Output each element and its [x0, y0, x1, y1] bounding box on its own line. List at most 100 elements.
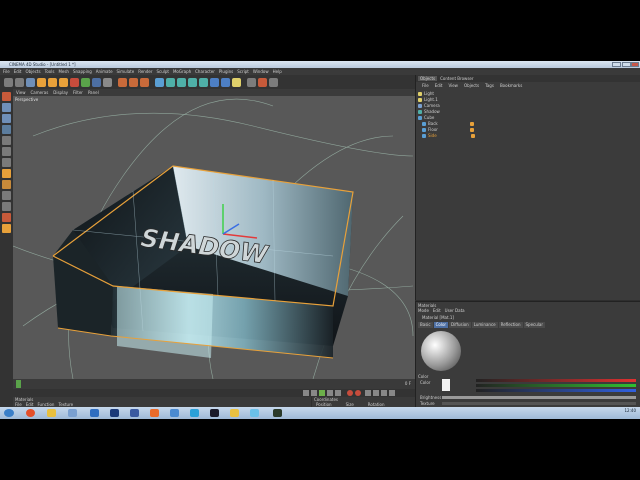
y-axis-icon[interactable] [81, 77, 90, 87]
photoshop-icon[interactable] [110, 409, 119, 417]
skype-icon[interactable] [190, 409, 199, 417]
object-row-light-1[interactable]: Light.1 [418, 97, 438, 102]
viewport-menu-display[interactable]: Display [53, 90, 68, 95]
maximize-button[interactable] [622, 62, 631, 67]
menu-edit[interactable]: Edit [14, 69, 22, 74]
render-view-icon[interactable] [118, 77, 127, 87]
workplane-mode-icon[interactable] [2, 125, 11, 134]
tab-objects[interactable]: Objects [418, 76, 438, 81]
object-row-light[interactable]: Light [418, 91, 434, 96]
tweak-mode-icon[interactable] [2, 191, 11, 200]
model-mode-icon[interactable] [2, 103, 11, 112]
menu-sculpt[interactable]: Sculpt [156, 69, 169, 74]
tab-color[interactable]: Color [433, 322, 449, 328]
tab-specular[interactable]: Specular [523, 322, 545, 328]
attr-menu-user-data[interactable]: User Data [445, 308, 465, 313]
illustrator-icon[interactable] [150, 409, 159, 417]
keyframe-selection-icon[interactable] [365, 390, 371, 396]
edges-mode-icon[interactable] [2, 147, 11, 156]
menu-snapping[interactable]: Snapping [73, 69, 92, 74]
menu-character[interactable]: Character [195, 69, 215, 74]
object-row-side[interactable]: Side [422, 133, 475, 138]
object-row-camera[interactable]: Camera [418, 103, 440, 108]
objects-menu-tags[interactable]: Tags [485, 83, 494, 88]
browser-icon[interactable] [90, 409, 99, 417]
menu-window[interactable]: Window [253, 69, 269, 74]
move-icon[interactable] [37, 77, 46, 87]
red-channel-slider[interactable] [476, 379, 636, 382]
word-icon[interactable] [130, 409, 139, 417]
undo-icon[interactable] [4, 77, 13, 87]
start-button-icon[interactable] [4, 409, 14, 417]
material-tag-icon[interactable] [470, 133, 475, 138]
step-forward-icon[interactable] [327, 390, 333, 396]
coordinate-system-icon[interactable] [103, 77, 112, 87]
scale-icon[interactable] [48, 77, 57, 87]
position-key-icon[interactable] [373, 390, 379, 396]
menu-plugins[interactable]: Plugins [219, 69, 233, 74]
tab-luminance[interactable]: Luminance [471, 322, 498, 328]
points-mode-icon[interactable] [2, 136, 11, 145]
make-editable-icon[interactable] [2, 92, 11, 101]
objects-menu-view[interactable]: View [448, 83, 458, 88]
deformer-icon[interactable] [199, 77, 208, 87]
menu-simulate[interactable]: Simulate [117, 69, 135, 74]
x-axis-icon[interactable] [70, 77, 79, 87]
animation-mode-icon[interactable] [2, 169, 11, 178]
workplane-icon[interactable] [269, 77, 278, 87]
texture-slot[interactable] [442, 402, 636, 405]
recorder-icon[interactable] [273, 409, 282, 417]
redo-icon[interactable] [15, 77, 24, 87]
light-icon[interactable] [232, 77, 241, 87]
autokey-icon[interactable] [355, 390, 361, 396]
archive-icon[interactable] [230, 409, 239, 417]
rotation-key-icon[interactable] [389, 390, 395, 396]
play-icon[interactable] [319, 390, 325, 396]
enable-axis-icon[interactable] [258, 77, 267, 87]
menu-mesh[interactable]: Mesh [58, 69, 69, 74]
folder-icon[interactable] [47, 409, 56, 417]
tab-content-browser[interactable]: Content Browser [440, 76, 473, 81]
attr-menu-edit[interactable]: Edit [433, 308, 441, 313]
attr-menu-mode[interactable]: Mode [418, 308, 429, 313]
viewport-menu-cameras[interactable]: Cameras [31, 90, 49, 95]
object-row-shadow[interactable]: Shadow [418, 109, 440, 114]
pen-spline-icon[interactable] [166, 77, 175, 87]
objects-menu-edit[interactable]: Edit [435, 83, 443, 88]
green-channel-slider[interactable] [476, 384, 636, 387]
menu-help[interactable]: Help [273, 69, 282, 74]
menu-file[interactable]: File [3, 69, 10, 74]
go-to-end-icon[interactable] [335, 390, 341, 396]
camera-icon[interactable] [221, 77, 230, 87]
object-row-floor[interactable]: Floor [422, 127, 474, 132]
subdivision-surface-icon[interactable] [177, 77, 186, 87]
brightness-slider[interactable] [442, 396, 636, 399]
material-tag-icon[interactable] [469, 121, 474, 126]
snap-icon[interactable] [247, 77, 256, 87]
array-icon[interactable] [188, 77, 197, 87]
cube-primitive-icon[interactable] [155, 77, 164, 87]
material-tag-icon[interactable] [469, 127, 474, 132]
z-axis-icon[interactable] [92, 77, 101, 87]
close-button[interactable] [631, 62, 639, 67]
menu-objects[interactable]: Objects [25, 69, 40, 74]
tab-basic[interactable]: Basic [418, 322, 433, 328]
media-icon[interactable] [68, 409, 77, 417]
render-picture-viewer-icon[interactable] [129, 77, 138, 87]
environment-icon[interactable] [210, 77, 219, 87]
tab-diffusion[interactable]: Diffusion [449, 322, 471, 328]
scale-key-icon[interactable] [381, 390, 387, 396]
steam-icon[interactable] [210, 409, 219, 417]
timeline-ruler[interactable]: 0 F [13, 379, 415, 389]
rotate-icon[interactable] [59, 77, 68, 87]
menu-render[interactable]: Render [138, 69, 152, 74]
color-swatch[interactable] [442, 379, 450, 391]
perspective-viewport[interactable]: SHADOW Perspective [13, 96, 415, 379]
cinema4d-taskbar-icon[interactable] [170, 409, 179, 417]
snap-toggle-icon[interactable] [2, 202, 11, 211]
go-to-start-icon[interactable] [303, 390, 309, 396]
chrome-icon[interactable] [26, 409, 35, 417]
tab-reflection[interactable]: Reflection [498, 322, 523, 328]
objects-menu-objects[interactable]: Objects [464, 83, 479, 88]
objects-menu-file[interactable]: File [422, 83, 429, 88]
